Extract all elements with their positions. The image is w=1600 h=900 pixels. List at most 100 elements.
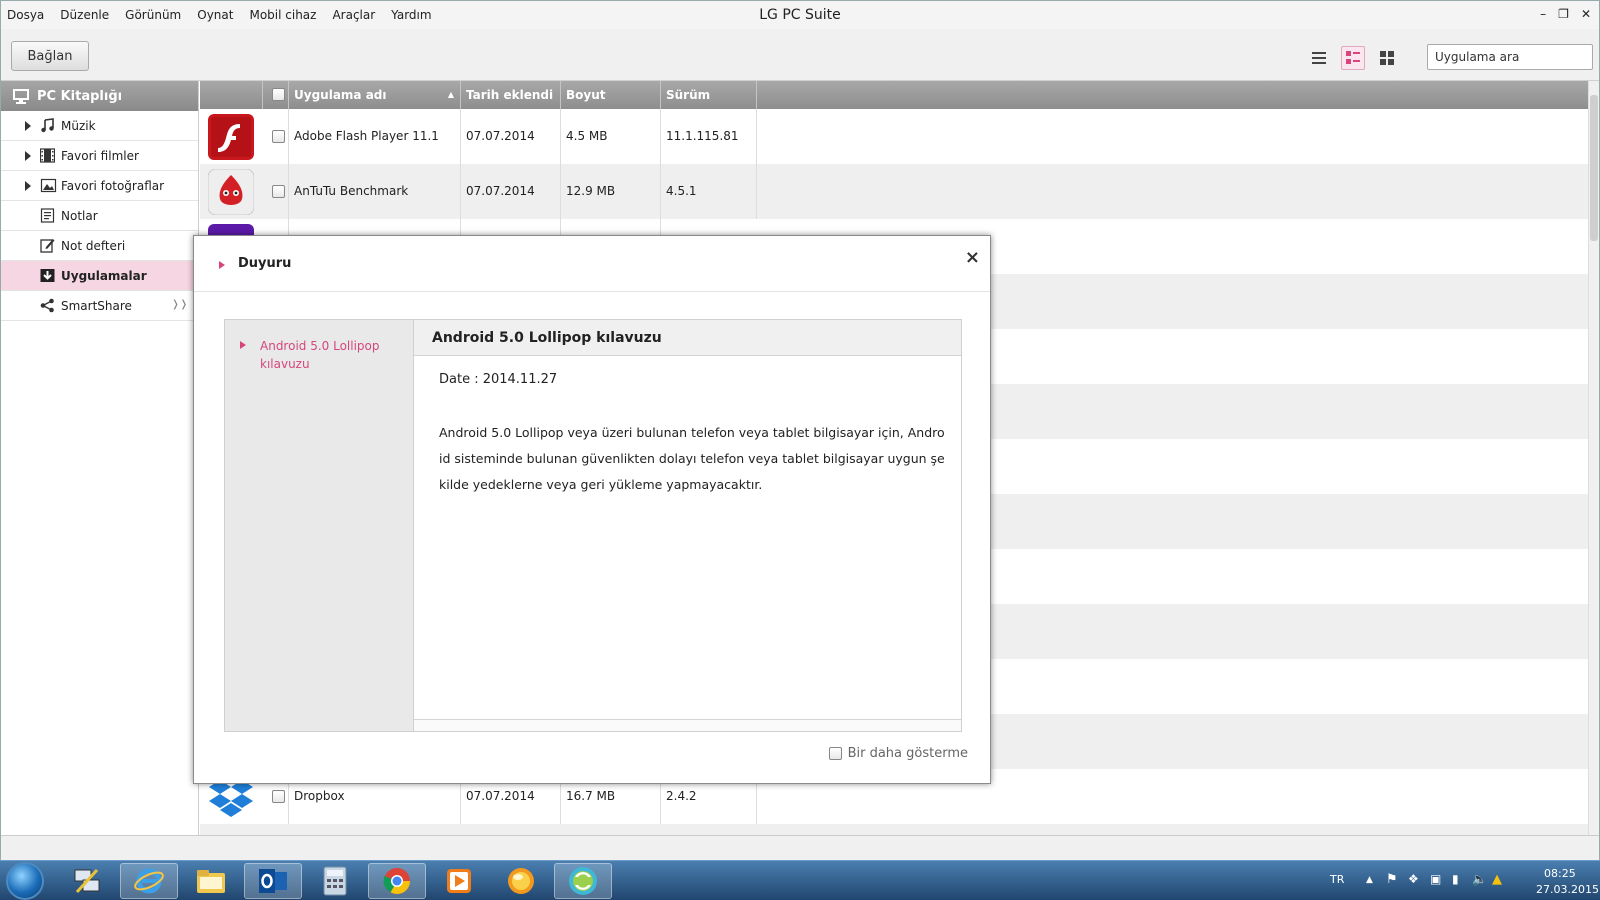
sidebar-item-not-defteri[interactable]: Not defteri [1, 231, 198, 261]
expand-arrow-icon[interactable] [25, 181, 31, 191]
column-header-label: Uygulama adı [294, 88, 387, 102]
expand-arrow-icon[interactable] [25, 151, 31, 161]
system-tray: TR ▲ ⚑ ❖ ▣ ▮ 🔈 ▲ 08:25 27.03.2015 [1330, 861, 1600, 900]
dropbox-tray-icon[interactable]: ❖ [1408, 872, 1419, 886]
sidebar-item-label: Müzik [61, 118, 96, 133]
row-checkbox[interactable] [272, 185, 285, 198]
battery-tray-icon[interactable]: ▮ [1452, 872, 1459, 886]
table-row[interactable]: AnTuTu Benchmark 07.07.2014 12.9 MB 4.5.… [200, 164, 1588, 219]
photo-icon [40, 178, 57, 193]
grid-view-button[interactable] [1375, 46, 1399, 70]
sort-ascending-icon: ▲ [447, 90, 454, 99]
pink-arrow-icon [219, 261, 225, 269]
grid-view-icon [1380, 51, 1394, 65]
dont-show-again[interactable]: Bir daha gösterme [828, 746, 968, 761]
notice-title: Android 5.0 Lollipop kılavuzu [414, 320, 961, 356]
column-header-size[interactable]: Boyut [560, 81, 660, 109]
app-name: Adobe Flash Player 11.1 [288, 109, 460, 164]
internet-explorer-icon [134, 868, 164, 894]
app-size: 4.5 MB [560, 109, 660, 164]
taskbar: TR ▲ ⚑ ❖ ▣ ▮ 🔈 ▲ 08:25 27.03.2015 [0, 860, 1600, 900]
sidebar-item-label: Not defteri [61, 238, 126, 253]
window-controls: – ❐ ✕ [1540, 7, 1591, 21]
film-icon [40, 148, 55, 163]
sidebar-item-label: Uygulamalar [61, 268, 147, 283]
sidebar-item-label: Favori filmler [61, 148, 139, 163]
close-icon[interactable]: ✕ [1581, 7, 1591, 21]
search-input[interactable]: Uygulama ara [1427, 44, 1593, 70]
notice-dialog: Duyuru × Android 5.0 Lollipop kılavuzu A… [193, 235, 991, 784]
detail-view-icon [1346, 51, 1360, 64]
column-header-date[interactable]: Tarih eklendi [460, 81, 560, 109]
expand-arrow-icon[interactable] [25, 121, 31, 131]
column-header-empty [756, 81, 1588, 109]
chrome-icon [383, 868, 411, 895]
sidebar-header[interactable]: PC Kitaplığı [1, 81, 198, 111]
taskbar-media-player[interactable] [430, 863, 488, 899]
dont-show-label: Bir daha gösterme [847, 746, 968, 761]
start-button[interactable] [6, 862, 44, 900]
pink-arrow-icon [240, 341, 246, 349]
row-divider [756, 164, 762, 219]
sidebar-item-favori-fotograflar[interactable]: Favori fotoğraflar [1, 171, 198, 201]
sidebar-item-label: Notlar [61, 208, 98, 223]
notice-panel: Android 5.0 Lollipop kılavuzu Date : 201… [414, 319, 962, 732]
panel-bottom-bar [414, 719, 961, 731]
taskbar-internet-explorer[interactable] [120, 863, 178, 899]
select-all-checkbox[interactable] [272, 88, 285, 101]
taskbar-chrome[interactable] [368, 863, 426, 899]
list-view-icon [1312, 52, 1326, 64]
sidebar-item-muzik[interactable]: Müzik [1, 111, 198, 141]
row-checkbox[interactable] [272, 130, 285, 143]
table-row[interactable]: Adobe Flash Player 11.1 07.07.2014 4.5 M… [200, 109, 1588, 164]
sidebar-item-notlar[interactable]: Notlar [1, 201, 198, 231]
share-network-icon [40, 298, 54, 313]
scrollbar-thumb[interactable] [1590, 95, 1598, 241]
notice-list: Android 5.0 Lollipop kılavuzu [224, 319, 414, 732]
table-row [200, 824, 1588, 835]
notice-list-item[interactable]: Android 5.0 Lollipop kılavuzu [260, 337, 405, 373]
music-note-icon [41, 118, 54, 133]
maximize-icon[interactable]: ❐ [1558, 7, 1569, 21]
google-drive-tray-icon[interactable]: ▲ [1492, 872, 1502, 887]
clock-time[interactable]: 08:25 [1544, 867, 1576, 880]
notice-body: Android 5.0 Lollipop veya üzeri bulunan … [439, 425, 945, 492]
dialog-header: Duyuru × [194, 236, 990, 292]
row-checkbox[interactable] [272, 790, 285, 803]
minimize-icon[interactable]: – [1540, 7, 1546, 21]
taskbar-explorer[interactable] [182, 863, 240, 899]
vertical-scrollbar[interactable] [1588, 81, 1599, 835]
app-date: 07.07.2014 [460, 109, 560, 164]
column-header-version[interactable]: Sürüm [660, 81, 756, 109]
volume-icon[interactable]: 🔈 [1472, 872, 1487, 886]
notepad-edit-icon [40, 239, 55, 253]
network-tray-icon[interactable]: ▣ [1430, 872, 1441, 886]
app-name: AnTuTu Benchmark [288, 164, 460, 219]
adobe-flash-app-icon [208, 114, 254, 160]
sidebar-item-uygulamalar[interactable]: Uygulamalar [1, 261, 198, 291]
taskbar-network-app[interactable] [58, 863, 116, 899]
show-hidden-icons-icon[interactable]: ▲ [1366, 875, 1373, 885]
list-view-button[interactable] [1307, 46, 1331, 70]
sidebar-item-favori-filmler[interactable]: Favori filmler [1, 141, 198, 171]
sidebar-item-label: SmartShare [61, 298, 132, 313]
language-indicator[interactable]: TR [1330, 873, 1344, 886]
dialog-title: Duyuru [238, 256, 292, 271]
connect-button[interactable]: Bağlan [11, 41, 89, 71]
dialog-close-icon[interactable]: × [965, 247, 980, 268]
orange-globe-icon [508, 868, 534, 894]
toolbar: Bağlan Uygulama ara [1, 29, 1599, 81]
clock-date[interactable]: 27.03.2015 [1536, 883, 1599, 896]
flag-icon[interactable]: ⚑ [1386, 872, 1398, 887]
sidebar-header-label: PC Kitaplığı [37, 88, 123, 104]
taskbar-calculator[interactable] [306, 863, 364, 899]
sidebar-item-smartshare[interactable]: SmartShare ❭❭ [1, 291, 198, 321]
taskbar-lg-pc-suite[interactable] [554, 863, 612, 899]
menu-bar: Dosya Düzenle Görünüm Oynat Mobil cihaz … [1, 1, 1599, 29]
detail-view-button[interactable] [1341, 46, 1365, 70]
taskbar-orange-app[interactable] [492, 863, 550, 899]
taskbar-outlook[interactable] [244, 863, 302, 899]
notice-date: Date : 2014.11.27 [439, 372, 558, 387]
dont-show-checkbox[interactable] [828, 747, 842, 760]
column-header-name[interactable]: Uygulama adı ▲ [288, 81, 460, 109]
